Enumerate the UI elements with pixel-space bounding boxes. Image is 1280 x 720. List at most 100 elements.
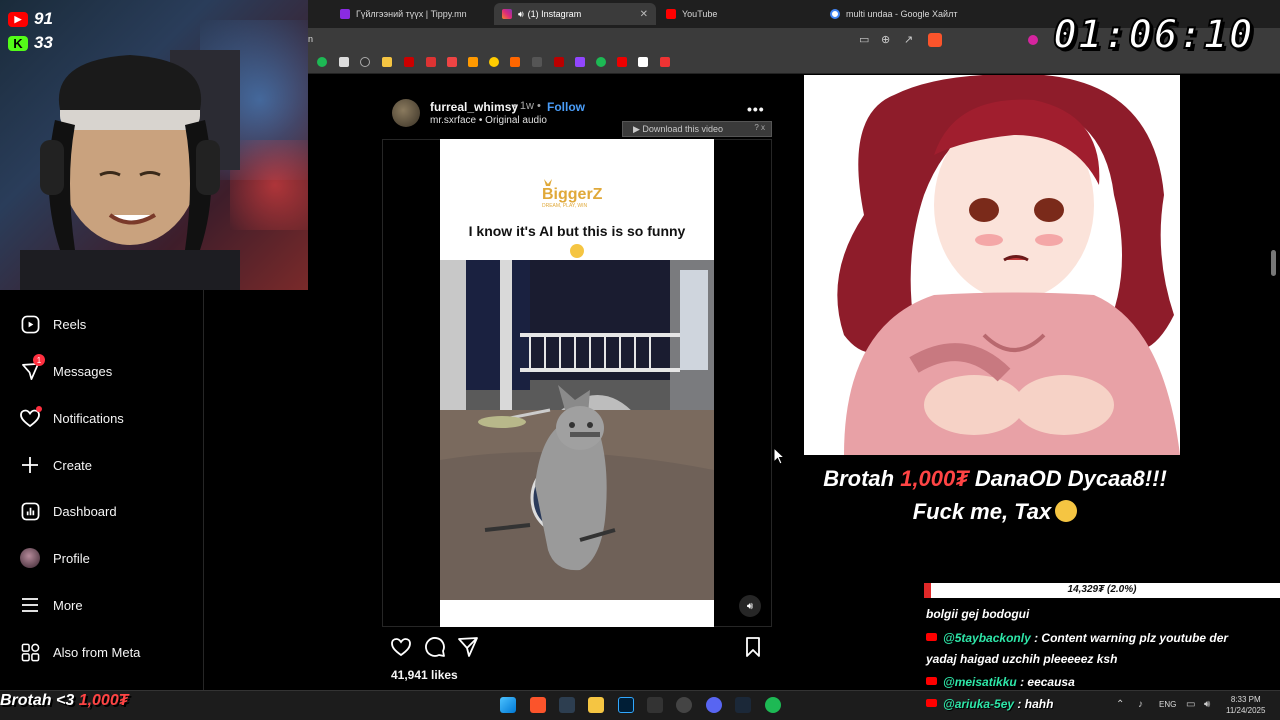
- more-options-button[interactable]: •••: [747, 101, 765, 117]
- brand-tagline: DREAM, PLAY, WIN: [542, 203, 587, 209]
- twitch-icon[interactable]: [575, 57, 585, 67]
- sidebar-item-label: More: [53, 597, 83, 613]
- bookmark-icon[interactable]: [404, 57, 414, 67]
- meta-apps-icon: [20, 642, 40, 662]
- unread-badge: 1: [33, 354, 45, 366]
- like-count[interactable]: 41,941 likes: [391, 668, 458, 682]
- tab-tippy[interactable]: Гүйлгээний түүх | Tippy.mn: [332, 3, 492, 25]
- brave-shield-icon[interactable]: [928, 33, 942, 47]
- goal-progress-text: 14,329₮ (2.0%): [1067, 584, 1137, 595]
- microphone-icon[interactable]: ♪: [1138, 699, 1143, 710]
- post-author-avatar[interactable]: [392, 99, 420, 127]
- screen: Гүйлгээний түүх | Tippy.mn 🔊︎ (1) Instag…: [0, 0, 1280, 720]
- avatar: [20, 548, 40, 568]
- download-bar-controls[interactable]: ? x: [754, 123, 765, 132]
- cast-icon[interactable]: ▭: [859, 33, 869, 46]
- sidebar-item-create[interactable]: Create: [20, 455, 92, 475]
- bookmark-icon[interactable]: [596, 57, 606, 67]
- post-time: • 1w •: [513, 100, 541, 112]
- stream-timer: 01:06:10: [1052, 11, 1254, 59]
- bookmark-icon[interactable]: [468, 57, 478, 67]
- latest-tip: Brotah <3 1,000₮: [0, 692, 129, 709]
- tab-youtube[interactable]: YouTube: [658, 3, 818, 25]
- chat-message: yadaj haigad uzchih pleeeeez ksh: [926, 652, 1118, 666]
- obs-icon[interactable]: [676, 697, 692, 713]
- sidebar-item-profile[interactable]: Profile: [20, 548, 90, 568]
- network-icon[interactable]: ▭: [1186, 699, 1195, 710]
- mute-toggle-button[interactable]: 🔊︎: [739, 595, 761, 617]
- donation-amount: 1,000₮: [900, 466, 969, 491]
- sidebar-item-dashboard[interactable]: Dashboard: [20, 501, 117, 521]
- bookmark-icon[interactable]: [489, 57, 499, 67]
- volume-icon[interactable]: 🔊︎: [1204, 699, 1210, 710]
- kick-icon: K: [8, 35, 28, 51]
- bookmark-icon[interactable]: [339, 57, 349, 67]
- page-scrollbar[interactable]: [1271, 250, 1276, 276]
- tray-chevron-icon[interactable]: ⌃: [1116, 699, 1124, 710]
- bookmark-icon[interactable]: [426, 57, 436, 67]
- sidebar-item-label: Create: [53, 457, 93, 473]
- bookmark-icon[interactable]: [317, 57, 327, 67]
- sidebar-item-notifications[interactable]: Notifications: [20, 406, 124, 428]
- youtube-favicon-icon: [666, 9, 676, 19]
- plus-icon: [20, 455, 40, 475]
- chat-message: @5taybackonly : Content warning plz yout…: [926, 631, 1228, 645]
- file-explorer-icon[interactable]: [588, 697, 604, 713]
- share-icon[interactable]: ↗: [904, 33, 913, 46]
- follow-button[interactable]: Follow: [547, 100, 585, 114]
- app-icon[interactable]: [559, 697, 575, 713]
- donation-alert-image: [804, 75, 1180, 455]
- tab-google[interactable]: multi undaa - Google Хайлт: [822, 3, 982, 25]
- notification-dot: [36, 406, 42, 412]
- tab-instagram[interactable]: 🔊︎ (1) Instagram ✕: [494, 3, 656, 25]
- system-clock[interactable]: 8:33 PM 11/24/2025: [1226, 694, 1265, 716]
- save-bookmark-icon[interactable]: [742, 636, 764, 658]
- steam-icon[interactable]: [735, 697, 751, 713]
- sidebar-item-more[interactable]: More: [20, 595, 83, 615]
- sidebar-item-label: Notifications: [53, 410, 124, 426]
- close-tab-icon[interactable]: ✕: [640, 9, 648, 20]
- sidebar-item-reels[interactable]: Reels: [20, 314, 86, 334]
- sidebar-item-also-from-meta[interactable]: Also from Meta: [20, 642, 140, 662]
- dashboard-icon: [20, 501, 40, 521]
- bookmark-icon[interactable]: [554, 57, 564, 67]
- sidebar-item-label: Reels: [53, 316, 87, 332]
- live-app-icon[interactable]: [647, 697, 663, 713]
- post-video[interactable]: BiggerZ DREAM, PLAY, WIN I know it's AI …: [440, 139, 714, 627]
- folder-icon[interactable]: [382, 57, 392, 67]
- spotify-icon[interactable]: [765, 697, 781, 713]
- language-indicator[interactable]: ENG: [1159, 700, 1176, 709]
- tab-label: multi undaa - Google Хайлт: [846, 9, 958, 19]
- comment-icon[interactable]: [424, 636, 446, 658]
- bookmark-icon[interactable]: [638, 57, 648, 67]
- download-video-bar[interactable]: ▶ Download this video ? x: [622, 121, 772, 137]
- bookmark-icon[interactable]: [510, 57, 520, 67]
- extension-icon[interactable]: [1028, 35, 1038, 45]
- bookmark-icon[interactable]: [447, 57, 457, 67]
- windows-start-icon[interactable]: [500, 697, 516, 713]
- brave-browser-icon[interactable]: [530, 697, 546, 713]
- laughing-emoji-icon: [570, 244, 584, 258]
- chat-message: bolgii gej bodogui: [926, 607, 1030, 621]
- bookmark-icon[interactable]: [532, 57, 542, 67]
- donation-alert-title: Brotah 1,000₮ DanaOD Dycaa8!!!: [823, 466, 1167, 491]
- bookmark-icon[interactable]: [617, 57, 627, 67]
- post-actions: [390, 636, 770, 660]
- bookmark-icon[interactable]: [360, 57, 370, 67]
- post-username[interactable]: furreal_whimsy: [430, 100, 518, 114]
- url-text[interactable]: n: [308, 34, 313, 44]
- sidebar-item-messages[interactable]: 1 Messages: [20, 354, 112, 381]
- bookmark-icon[interactable]: [660, 57, 670, 67]
- share-icon[interactable]: [457, 636, 479, 658]
- reels-icon: [20, 314, 40, 334]
- like-heart-icon[interactable]: [390, 636, 412, 658]
- discord-icon[interactable]: [706, 697, 722, 713]
- chat-message: @meisatikku : eecausa: [926, 675, 1075, 689]
- zoom-icon[interactable]: ⊕: [881, 33, 890, 46]
- tab-label: (1) Instagram: [527, 9, 582, 19]
- tip-amount: 1,000₮: [78, 692, 129, 709]
- post-audio[interactable]: mr.sxrface • Original audio: [430, 115, 547, 126]
- youtube-icon: [926, 699, 937, 707]
- download-video-button[interactable]: ▶ Download this video: [633, 124, 723, 135]
- photoshop-icon[interactable]: [618, 697, 634, 713]
